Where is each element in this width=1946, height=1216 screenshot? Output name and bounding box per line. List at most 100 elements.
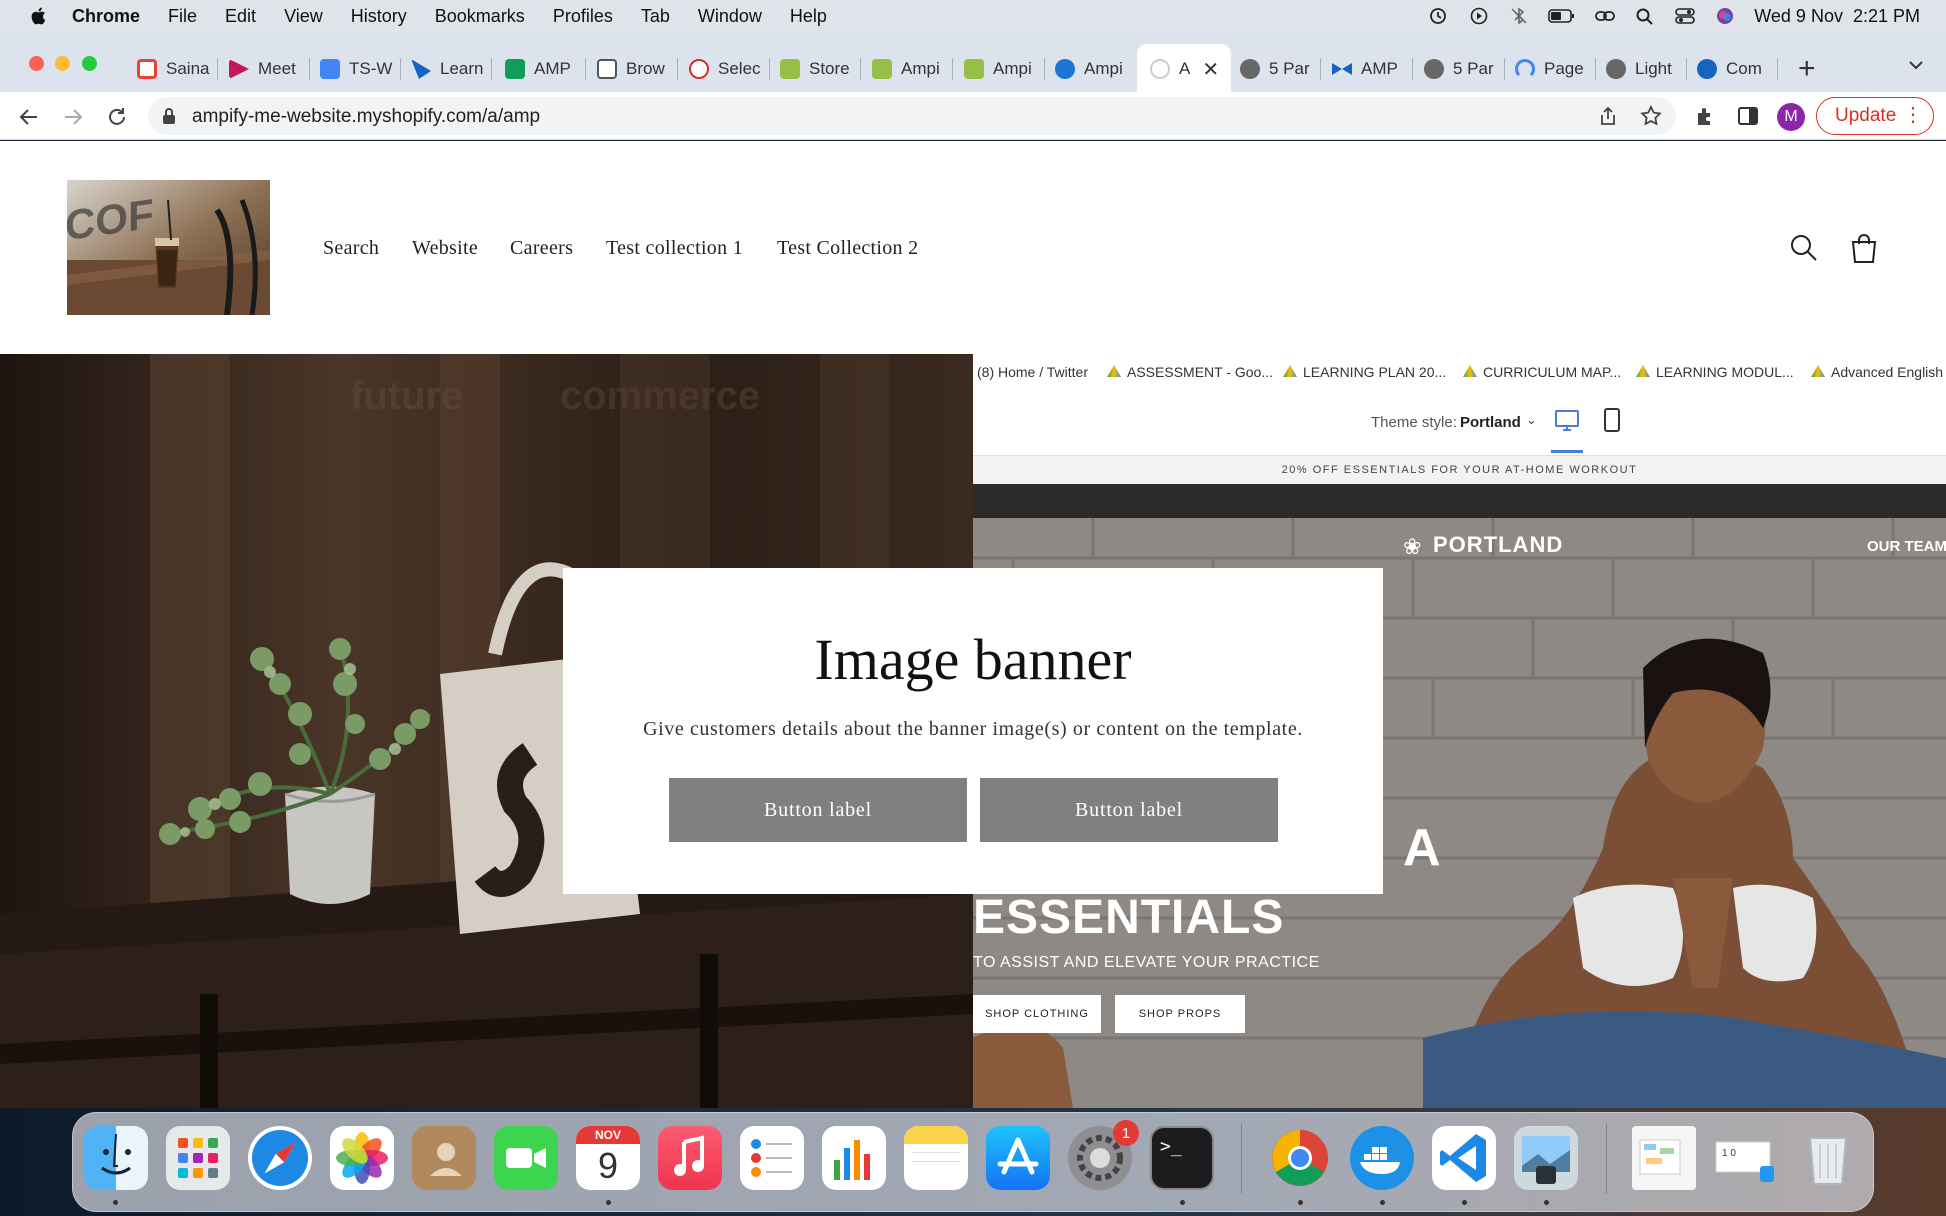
store-logo[interactable]: COF	[67, 180, 270, 315]
kebab-menu-icon[interactable]: ⋮	[1903, 105, 1923, 125]
forward-icon[interactable]	[62, 106, 84, 128]
siri-icon[interactable]	[1714, 7, 1736, 25]
tab-label: AMP	[534, 59, 571, 78]
nav-search[interactable]: Search	[323, 237, 379, 260]
new-tab-icon[interactable]: +	[1798, 52, 1816, 86]
tab-15[interactable]: Page	[1515, 52, 1589, 86]
menu-edit[interactable]: Edit	[225, 6, 256, 27]
tab-8[interactable]: Ampi	[872, 52, 946, 86]
screen-time-icon[interactable]	[1428, 7, 1450, 25]
menu-bookmarks[interactable]: Bookmarks	[435, 6, 525, 27]
share-icon[interactable]	[1597, 105, 1619, 127]
tab-separator	[677, 58, 678, 80]
safari-icon[interactable]	[248, 1126, 312, 1190]
tab-separator	[491, 58, 492, 80]
search-icon[interactable]	[1790, 234, 1818, 262]
menu-window[interactable]: Window	[698, 6, 762, 27]
photos-icon[interactable]	[330, 1126, 394, 1190]
tab-2[interactable]: TS-W	[320, 52, 394, 86]
nav-careers[interactable]: Careers	[510, 237, 573, 260]
tab-separator	[1686, 58, 1687, 80]
preview-icon[interactable]	[1514, 1126, 1578, 1190]
nav-test-collection-1[interactable]: Test collection 1	[606, 237, 743, 260]
terminal-icon[interactable]: >_	[1150, 1126, 1214, 1190]
launchpad-icon[interactable]	[166, 1126, 230, 1190]
reload-icon[interactable]	[106, 106, 128, 128]
menu-file[interactable]: File	[168, 6, 197, 27]
menu-view[interactable]: View	[284, 6, 323, 27]
tab-9[interactable]: Ampi	[964, 52, 1038, 86]
running-indicator	[1462, 1200, 1467, 1205]
menu-history[interactable]: History	[351, 6, 407, 27]
menu-help[interactable]: Help	[790, 6, 827, 27]
reminders-icon[interactable]	[740, 1126, 804, 1190]
battery-icon[interactable]	[1548, 7, 1576, 25]
play-icon[interactable]	[1468, 7, 1490, 25]
document-icon[interactable]	[1632, 1126, 1696, 1190]
tab-4[interactable]: AMP	[505, 52, 579, 86]
bookmark-star-icon[interactable]	[1639, 104, 1663, 128]
profile-avatar[interactable]: M	[1777, 103, 1805, 131]
calendar-icon[interactable]: NOV 9	[576, 1126, 640, 1190]
close-tab-icon[interactable]: ✕	[1202, 57, 1219, 82]
learn-icon	[411, 59, 431, 79]
link-icon[interactable]	[1594, 7, 1616, 25]
notes-icon[interactable]	[904, 1126, 968, 1190]
tab-6[interactable]: Selec	[689, 52, 763, 86]
apple-icon[interactable]	[28, 5, 50, 27]
tab-14[interactable]: 5 Par	[1424, 52, 1498, 86]
docker-icon[interactable]	[1350, 1126, 1414, 1190]
tab-13[interactable]: AMP	[1332, 52, 1406, 86]
lock-icon[interactable]	[161, 107, 177, 125]
tab-separator	[217, 58, 218, 80]
tab-0[interactable]: Saina	[137, 52, 211, 86]
extensions-icon[interactable]	[1694, 105, 1716, 127]
banner-button-2[interactable]: Button label	[980, 778, 1278, 842]
tab-search-chevron-icon[interactable]	[1906, 55, 1926, 75]
update-button[interactable]: Update ⋮	[1816, 97, 1934, 135]
ampify-icon	[1055, 59, 1075, 79]
menu-app-name[interactable]: Chrome	[72, 6, 140, 27]
numbers-icon[interactable]	[822, 1126, 886, 1190]
drive-icon	[1463, 365, 1477, 377]
contacts-icon[interactable]	[412, 1126, 476, 1190]
tab-1[interactable]: Meet	[229, 52, 303, 86]
control-center-icon[interactable]	[1674, 7, 1696, 25]
cart-icon[interactable]	[1849, 232, 1879, 264]
bluetooth-off-icon[interactable]	[1508, 7, 1530, 25]
tab-10[interactable]: Ampi	[1055, 52, 1129, 86]
tab-3[interactable]: Learn	[411, 52, 485, 86]
app-store-icon[interactable]	[986, 1126, 1050, 1190]
side-panel-icon[interactable]	[1737, 105, 1759, 127]
close-window-button[interactable]	[29, 56, 44, 71]
loading-icon	[1150, 59, 1170, 79]
notification-badge: 1	[1113, 1120, 1139, 1146]
chrome-icon[interactable]	[1268, 1126, 1332, 1190]
drive-icon	[1107, 365, 1121, 377]
music-icon[interactable]	[658, 1126, 722, 1190]
spotlight-search-icon[interactable]	[1634, 7, 1656, 25]
finder-icon[interactable]	[84, 1126, 148, 1190]
trash-icon[interactable]	[1796, 1126, 1860, 1190]
nav-test-collection-2[interactable]: Test Collection 2	[777, 237, 918, 260]
tab-17[interactable]: Com	[1697, 52, 1771, 86]
tab-label: 5 Par	[1453, 59, 1494, 78]
image-banner-section: future commerce (8) Home / Twitter ASSES…	[0, 354, 1946, 1108]
menu-tab[interactable]: Tab	[641, 6, 670, 27]
screenshot-icon[interactable]: 1 0	[1714, 1126, 1778, 1190]
back-icon[interactable]	[18, 106, 40, 128]
menu-clock[interactable]: Wed 9 Nov 2:21 PM	[1754, 6, 1920, 27]
minimize-window-button[interactable]	[55, 56, 70, 71]
tab-11-active[interactable]: A ✕	[1150, 52, 1225, 86]
nav-website[interactable]: Website	[412, 237, 478, 260]
vscode-icon[interactable]	[1432, 1126, 1496, 1190]
tab-7[interactable]: Store	[780, 52, 854, 86]
facetime-icon[interactable]	[494, 1126, 558, 1190]
tab-5[interactable]: Brow	[597, 52, 671, 86]
tab-16[interactable]: Light	[1606, 52, 1680, 86]
url-text[interactable]: ampify-me-website.myshopify.com/a/amp	[192, 106, 540, 128]
zoom-window-button[interactable]	[82, 56, 97, 71]
tab-12[interactable]: 5 Par	[1240, 52, 1314, 86]
menu-profiles[interactable]: Profiles	[553, 6, 613, 27]
banner-button-1[interactable]: Button label	[669, 778, 967, 842]
